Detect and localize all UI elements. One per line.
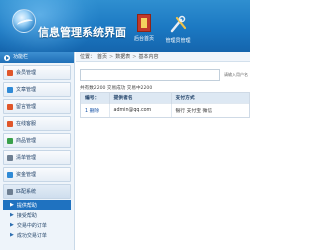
row-provider: admin@qq.com — [109, 102, 172, 117]
arrow-right-icon: ▶ — [10, 232, 14, 238]
sidebar-subitem-label: 交易中的订单 — [16, 222, 47, 229]
sidebar-item-matching[interactable]: 匹配系统 — [3, 184, 71, 199]
sidebar-item-products[interactable]: 商品管理 — [3, 133, 71, 148]
table-header-row: 编号： 提供者名 支付方式 — [81, 93, 249, 103]
sidebar-item-label: 在线客服 — [16, 121, 37, 127]
sidebar-item-label: 会员管理 — [16, 70, 37, 76]
nav-admin-label: 管理员管理 — [165, 38, 191, 44]
sidebar-item-label: 匹配系统 — [16, 189, 37, 195]
sidebar-item-funds[interactable]: 资金管理 — [3, 167, 71, 182]
sidebar-subitem-label: 提供帮助 — [16, 202, 37, 209]
breadcrumb-item-current: 基本内容 — [138, 54, 159, 60]
nav-home-label: 后台首页 — [133, 36, 154, 42]
sidebar: 功能栏 会员管理 文章管理 留言管理 在线客服 商品管理 清单管理 资金管理 匹… — [0, 52, 75, 250]
book-icon — [137, 14, 151, 32]
search-input[interactable] — [80, 69, 220, 81]
breadcrumb-prefix: 位置： — [80, 54, 96, 60]
sidebar-item-lists[interactable]: 清单管理 — [3, 150, 71, 165]
breadcrumb: 位置： 首页 > 数据表 > 基本内容 — [76, 52, 250, 62]
nav-admin-button[interactable]: 管理员管理 — [161, 14, 195, 50]
row-id-delete-link[interactable]: 1 删除 — [81, 102, 110, 117]
logo-globe-icon — [12, 9, 36, 33]
sidebar-subitem-label: 成功交易订单 — [16, 232, 47, 239]
logo-swoosh — [16, 18, 34, 28]
document-icon — [7, 86, 13, 93]
sidebar-item-label: 清单管理 — [16, 155, 37, 161]
tools-icon — [169, 14, 187, 34]
sidebar-item-members[interactable]: 会员管理 — [3, 65, 71, 80]
row-payment: 银行 支付宝 微信 — [171, 102, 249, 117]
column-header-id: 编号： — [81, 93, 110, 103]
orange-square-icon — [7, 103, 13, 110]
sidebar-heading-label: 功能栏 — [13, 54, 29, 60]
app-title: 信息管理系统界面 — [38, 26, 126, 39]
arrow-right-icon: ▶ — [10, 222, 14, 228]
main-content: 位置： 首页 > 数据表 > 基本内容 请输入用户名 共有数2200 交易成功 … — [76, 52, 250, 250]
sidebar-subitem-provide-help[interactable]: ▶ 提供帮助 — [3, 200, 71, 210]
sidebar-item-label: 留言管理 — [16, 104, 37, 110]
arrow-right-icon: ▶ — [10, 212, 14, 218]
sidebar-item-label: 商品管理 — [16, 138, 37, 144]
sidebar-subitem-accept-help[interactable]: ▶ 接受帮助 — [0, 210, 74, 220]
play-circle-icon — [4, 54, 10, 61]
stats-summary: 共有数2200 交易成功 交易中2200 — [80, 86, 153, 91]
orange-square-icon — [7, 69, 13, 76]
orange-square-icon — [7, 120, 13, 127]
sidebar-item-support[interactable]: 在线客服 — [3, 116, 71, 131]
breadcrumb-item-home[interactable]: 首页 — [97, 53, 107, 60]
header-bar: 信息管理系统界面 后台首页 管理员管理 — [0, 0, 250, 52]
sidebar-subitem-label: 接受帮助 — [16, 212, 37, 219]
arrow-right-icon: ▶ — [10, 202, 14, 208]
grid-icon — [7, 188, 13, 195]
sidebar-item-label: 资金管理 — [16, 172, 37, 178]
sidebar-heading: 功能栏 — [0, 52, 74, 63]
table-row: 1 删除 admin@qq.com 银行 支付宝 微信 — [81, 102, 249, 117]
search-hint: 请输入用户名 — [224, 72, 248, 77]
nav-home-button[interactable]: 后台首页 — [129, 14, 159, 50]
box-icon — [7, 137, 13, 144]
breadcrumb-item-table[interactable]: 数据表 — [115, 53, 130, 60]
sidebar-item-articles[interactable]: 文章管理 — [3, 82, 71, 97]
sidebar-item-label: 文章管理 — [16, 87, 37, 93]
sidebar-item-messages[interactable]: 留言管理 — [3, 99, 71, 114]
data-table: 编号： 提供者名 支付方式 1 删除 admin@qq.com 银行 支付宝 微… — [80, 92, 250, 118]
sidebar-subitem-orders-in-progress[interactable]: ▶ 交易中的订单 — [0, 220, 74, 230]
list-icon — [7, 154, 13, 161]
sidebar-subitem-orders-success[interactable]: ▶ 成功交易订单 — [0, 230, 74, 240]
breadcrumb-separator: > — [109, 53, 114, 60]
column-header-provider: 提供者名 — [109, 93, 172, 103]
column-header-payment: 支付方式 — [171, 93, 249, 103]
money-icon — [7, 171, 13, 178]
search-row: 请输入用户名 — [80, 69, 250, 81]
breadcrumb-separator: > — [132, 53, 137, 60]
